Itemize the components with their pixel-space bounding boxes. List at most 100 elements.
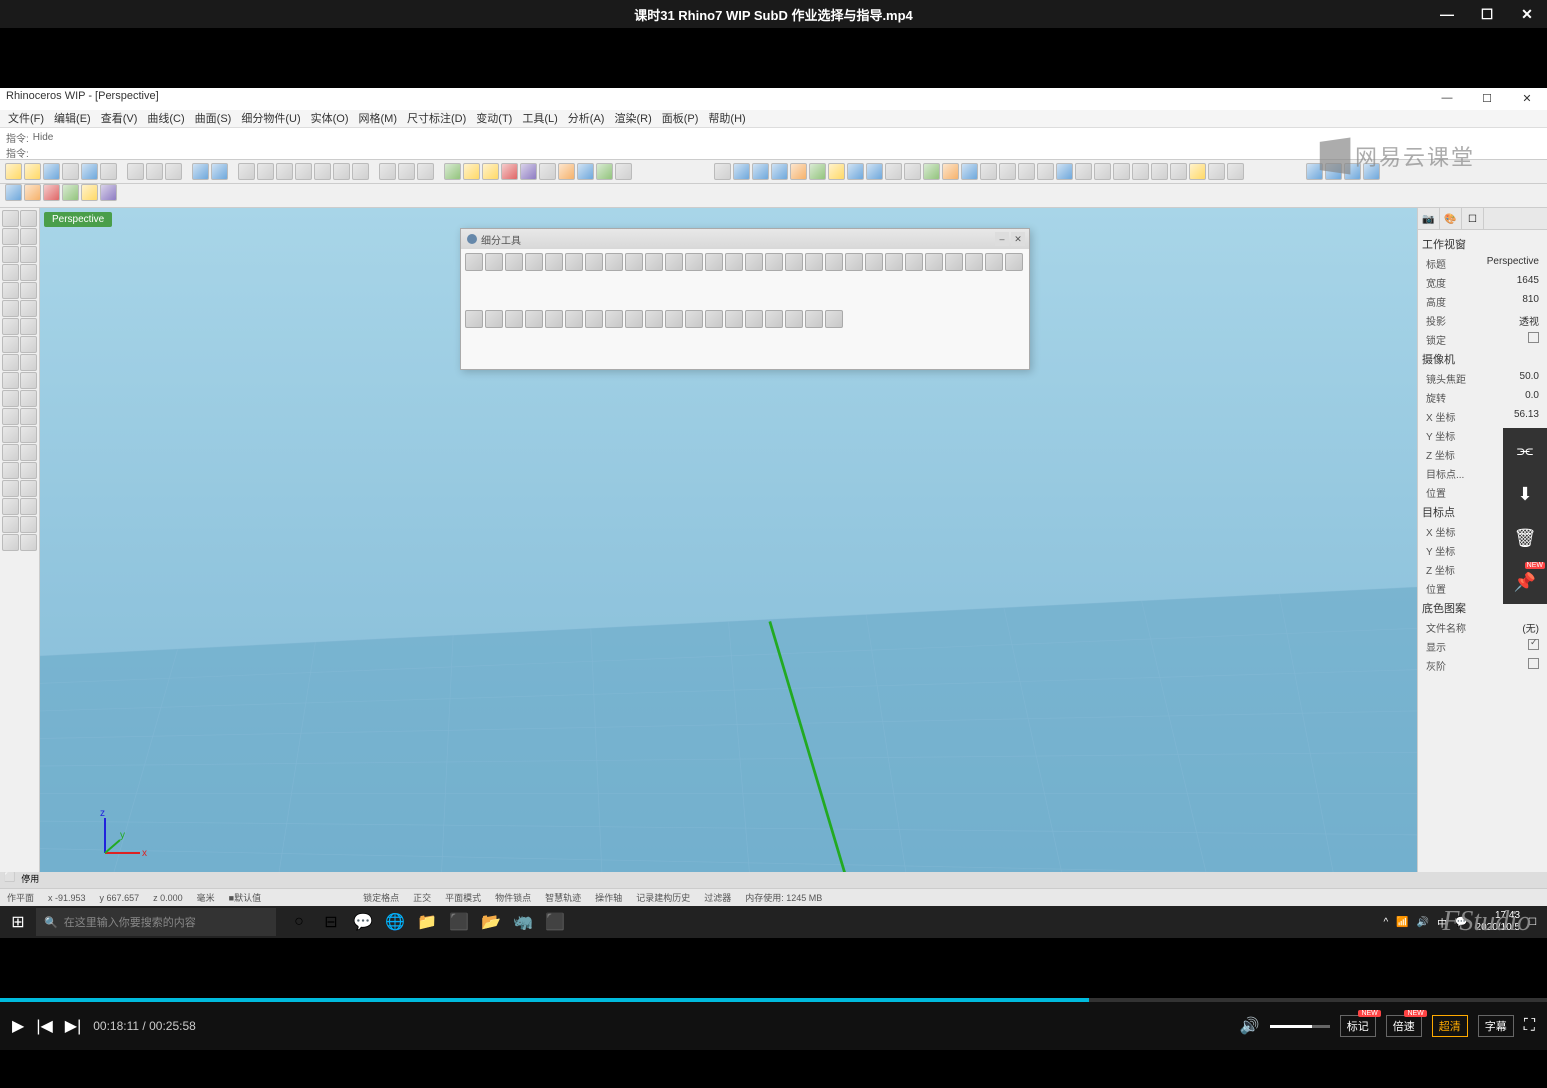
show-checkbox[interactable] xyxy=(1528,639,1539,650)
zoom-window-icon[interactable] xyxy=(314,163,331,180)
paste-icon[interactable] xyxy=(165,163,182,180)
smart-track-icon[interactable] xyxy=(1151,163,1168,180)
zoom-extents-icon[interactable] xyxy=(295,163,312,180)
subd-bridge-icon[interactable] xyxy=(785,253,803,271)
zoom-previous-icon[interactable] xyxy=(352,163,369,180)
tool-r2-icon[interactable] xyxy=(24,184,41,201)
new-icon[interactable] xyxy=(5,163,22,180)
subd-cylinder-icon[interactable] xyxy=(525,253,543,271)
cplane-object-icon[interactable] xyxy=(961,163,978,180)
tray-up-icon[interactable]: ^ xyxy=(1383,917,1388,928)
menu-panel[interactable]: 面板(P) xyxy=(658,110,703,127)
subd-torus-icon[interactable] xyxy=(565,253,583,271)
tool-r5-icon[interactable] xyxy=(81,184,98,201)
subd-cone-icon[interactable] xyxy=(545,253,563,271)
analyze-icon[interactable] xyxy=(2,534,19,551)
prop-tab-camera-icon[interactable]: 📷 xyxy=(1418,208,1440,230)
check-icon[interactable] xyxy=(20,534,37,551)
rhino-close[interactable]: ✕ xyxy=(1507,88,1547,108)
subd-ellipsoid-icon[interactable] xyxy=(585,253,603,271)
lock-icon[interactable] xyxy=(482,163,499,180)
subd-3dface-icon[interactable] xyxy=(725,253,743,271)
menu-mesh[interactable]: 网格(M) xyxy=(355,110,402,127)
subd-selring-icon[interactable] xyxy=(685,310,703,328)
array-icon[interactable] xyxy=(2,498,19,515)
next-button[interactable]: ▶| xyxy=(65,1016,81,1036)
menu-view[interactable]: 查看(V) xyxy=(97,110,142,127)
cplane-redo-icon[interactable] xyxy=(1037,163,1054,180)
panel-titlebar[interactable]: 细分工具 – ✕ xyxy=(461,229,1029,249)
app2-icon[interactable]: 📂 xyxy=(476,908,506,936)
menu-subd[interactable]: 细分物件(U) xyxy=(237,110,304,127)
menu-surface[interactable]: 曲面(S) xyxy=(191,110,236,127)
subd-tomesh-icon[interactable] xyxy=(605,310,623,328)
shade-icon[interactable] xyxy=(398,163,415,180)
rhino-icon[interactable]: 🦏 xyxy=(508,908,538,936)
prop-tab-layer-icon[interactable]: ☐ xyxy=(1462,208,1484,230)
subd-fill-icon[interactable] xyxy=(805,253,823,271)
subd-collapse-icon[interactable] xyxy=(465,310,483,328)
subd-plane-icon[interactable] xyxy=(465,253,483,271)
perspective-viewport[interactable]: Perspective z x y xyxy=(40,208,1417,888)
subd-select-icon[interactable] xyxy=(645,310,663,328)
point-icon[interactable] xyxy=(2,210,19,227)
move-icon[interactable] xyxy=(2,462,19,479)
volume-icon[interactable]: 🔊 xyxy=(1240,1016,1260,1036)
snap-icon[interactable] xyxy=(1056,163,1073,180)
speed-button[interactable]: 倍速NEW xyxy=(1386,1015,1422,1037)
interpcrv-icon[interactable] xyxy=(20,246,37,263)
ellipse-icon[interactable] xyxy=(2,300,19,317)
sphere-icon[interactable] xyxy=(20,372,37,389)
tool-r3-icon[interactable] xyxy=(43,184,60,201)
quality-button[interactable]: 超清 xyxy=(1432,1015,1468,1037)
subd-radiate-icon[interactable] xyxy=(525,310,543,328)
pan-icon[interactable] xyxy=(238,163,255,180)
menu-tools[interactable]: 工具(L) xyxy=(518,110,561,127)
rhino-minimize[interactable]: — xyxy=(1427,88,1467,108)
history-icon[interactable] xyxy=(1170,163,1187,180)
subd-repair-icon[interactable] xyxy=(805,310,823,328)
polyline-icon[interactable] xyxy=(20,228,37,245)
chamfer-icon[interactable] xyxy=(20,444,37,461)
delete-icon[interactable]: 🗑 xyxy=(1503,516,1547,560)
rect-icon[interactable] xyxy=(2,282,19,299)
maximize-button[interactable]: ☐ xyxy=(1467,0,1507,28)
orient-icon[interactable] xyxy=(20,498,37,515)
subd-subdivide-icon[interactable] xyxy=(945,253,963,271)
split-icon[interactable] xyxy=(2,426,19,443)
pin-icon[interactable]: 📌NEW xyxy=(1503,560,1547,604)
menu-analyze[interactable]: 分析(A) xyxy=(564,110,609,127)
rhino-maximize[interactable]: ☐ xyxy=(1467,88,1507,108)
redo-icon[interactable] xyxy=(211,163,228,180)
join-icon[interactable] xyxy=(20,426,37,443)
subd-insert-edge-icon[interactable] xyxy=(845,253,863,271)
search-box[interactable]: 🔍 在这里输入你要搜索的内容 xyxy=(36,908,276,936)
subd-shrink-icon[interactable] xyxy=(725,310,743,328)
subd-delete-icon[interactable] xyxy=(985,253,1003,271)
trim-icon[interactable] xyxy=(20,408,37,425)
subd-tonurbs-icon[interactable] xyxy=(565,310,583,328)
progress-bar[interactable] xyxy=(0,998,1547,1002)
prop-tab-material-icon[interactable]: 🎨 xyxy=(1440,208,1462,230)
gray-checkbox[interactable] xyxy=(1528,658,1539,669)
print-icon[interactable] xyxy=(62,163,79,180)
menu-dimension[interactable]: 尺寸标注(D) xyxy=(403,110,470,127)
cortana-icon[interactable]: ○ xyxy=(284,908,314,936)
ortho-icon[interactable] xyxy=(1075,163,1092,180)
select-icon[interactable] xyxy=(714,163,731,180)
tray-wifi-icon[interactable]: 📶 xyxy=(1396,917,1408,928)
parabola-icon[interactable] xyxy=(20,300,37,317)
subd-insert-pt-icon[interactable] xyxy=(865,253,883,271)
unlock-icon[interactable] xyxy=(501,163,518,180)
wechat-icon[interactable]: 💬 xyxy=(348,908,378,936)
circle-icon[interactable] xyxy=(2,264,19,281)
fullscreen-icon[interactable]: ⛶ xyxy=(1524,1017,1535,1035)
sweep-icon[interactable] xyxy=(20,336,37,353)
sel-crv-icon[interactable] xyxy=(752,163,769,180)
menu-solid[interactable]: 实体(O) xyxy=(307,110,353,127)
cplane-undo-icon[interactable] xyxy=(1018,163,1035,180)
layer-icon[interactable] xyxy=(520,163,537,180)
help-icon[interactable] xyxy=(596,163,613,180)
line-icon[interactable] xyxy=(2,228,19,245)
subd-sweep1-icon[interactable] xyxy=(645,253,663,271)
